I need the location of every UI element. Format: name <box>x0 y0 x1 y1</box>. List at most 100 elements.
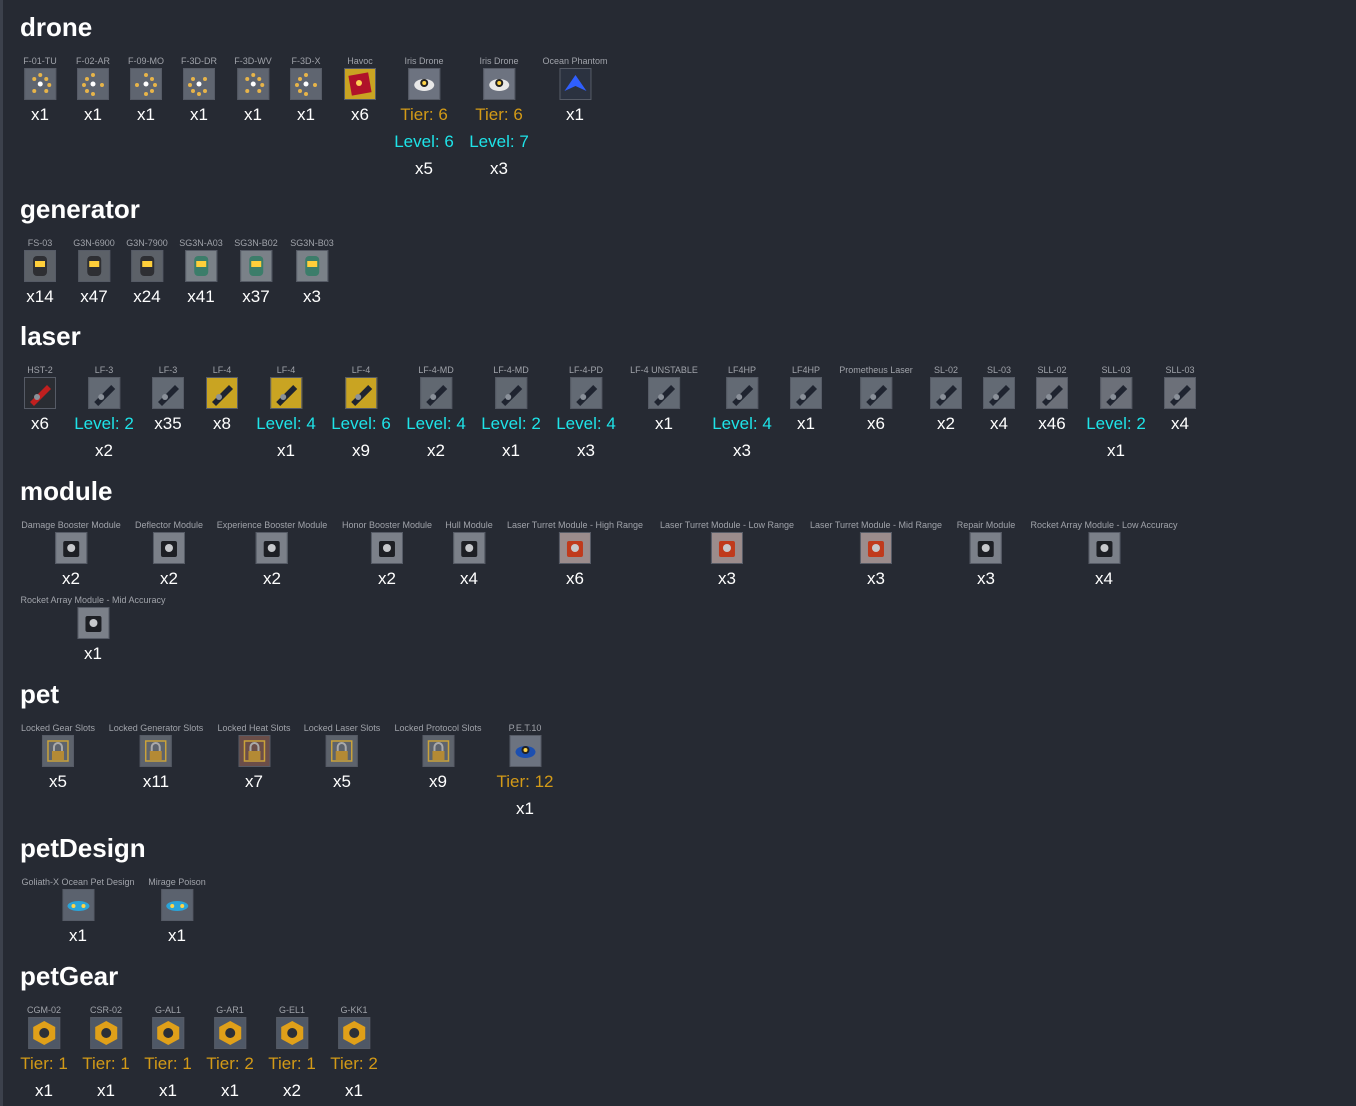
inventory-item-locked-gear-slots[interactable]: Locked Gear Slots x5 <box>21 722 95 793</box>
inventory-item-mirage-poison[interactable]: Mirage Poison x1 <box>148 876 206 947</box>
drone-formation-icon <box>24 68 56 100</box>
inventory-item-iris-drone[interactable]: Iris Drone Tier: 6 Level: 7 x3 <box>469 55 529 180</box>
item-name: G3N-6900 <box>73 238 115 248</box>
inventory-item-g-el1[interactable]: G-EL1 Tier: 1 x2 <box>268 1004 316 1102</box>
inventory-item-lf-4-pd[interactable]: LF-4-PD Level: 4 x3 <box>556 364 616 462</box>
inventory-item-laser-turret-module-high-range[interactable]: Laser Turret Module - High Range x6 <box>507 519 643 590</box>
pet-gear-icon <box>275 1017 308 1049</box>
inventory-item-lf4hp[interactable]: LF4HP Level: 4 x3 <box>712 364 772 462</box>
inventory-item-g-al1[interactable]: G-AL1 Tier: 1 x1 <box>144 1004 192 1102</box>
inventory-item-csr-02[interactable]: CSR-02 Tier: 1 x1 <box>82 1004 130 1102</box>
inventory-item-lf-4-md[interactable]: LF-4-MD Level: 4 x2 <box>406 364 466 462</box>
inventory-item-sg3n-a03[interactable]: SG3N-A03 x41 <box>179 237 223 308</box>
inventory-item-lf-3[interactable]: LF-3 x35 <box>152 364 184 435</box>
inventory-item-g-ar1[interactable]: G-AR1 Tier: 2 x1 <box>206 1004 254 1102</box>
module-icon <box>152 532 185 564</box>
item-count: x4 <box>1171 414 1189 433</box>
inventory-item-g3n-7900[interactable]: G3N-7900 x24 <box>126 237 168 308</box>
inventory-item-sg3n-b02[interactable]: SG3N-B02 x37 <box>234 237 278 308</box>
section-title: pet <box>20 679 59 709</box>
laser-icon <box>930 377 962 409</box>
inventory-item-g3n-6900[interactable]: G3N-6900 x47 <box>73 237 115 308</box>
item-count: x1 <box>69 926 87 945</box>
inventory-item-laser-turret-module-low-range[interactable]: Laser Turret Module - Low Range x3 <box>660 519 794 590</box>
inventory-item-lf-4-unstable[interactable]: LF-4 UNSTABLE x1 <box>630 364 698 435</box>
item-count: x4 <box>990 414 1008 433</box>
inventory-item-repair-module[interactable]: Repair Module x3 <box>957 519 1016 590</box>
inventory-item-f-01-tu[interactable]: F-01-TU x1 <box>23 55 57 126</box>
pet-gear-icon <box>27 1017 60 1049</box>
module-icon <box>453 532 485 564</box>
inventory-item-locked-generator-slots[interactable]: Locked Generator Slots x11 <box>109 722 204 793</box>
item-count: x1 <box>84 105 102 124</box>
inventory-item-sl-03[interactable]: SL-03 x4 <box>983 364 1015 435</box>
inventory-item-goliath-x-ocean-pet-design[interactable]: Goliath-X Ocean Pet Design x1 <box>21 876 134 947</box>
inventory-item-f-3d-dr[interactable]: F-3D-DR x1 <box>181 55 217 126</box>
item-count: x6 <box>31 414 49 433</box>
item-level: Level: 2 <box>1086 414 1146 433</box>
inventory-item-hull-module[interactable]: Hull Module x4 <box>445 519 493 590</box>
inventory-item-cgm-02[interactable]: CGM-02 Tier: 1 x1 <box>20 1004 68 1102</box>
inventory-item-locked-heat-slots[interactable]: Locked Heat Slots x7 <box>217 722 290 793</box>
inventory-item-lf-4-md[interactable]: LF-4-MD Level: 2 x1 <box>481 364 541 462</box>
iris-drone-icon <box>482 68 515 100</box>
inventory-item-rocket-array-module-mid-accuracy[interactable]: Rocket Array Module - Mid Accuracy x1 <box>20 594 165 665</box>
inventory-item-rocket-array-module-low-accuracy[interactable]: Rocket Array Module - Low Accuracy x4 <box>1030 519 1177 590</box>
inventory-item-hst-2[interactable]: HST-2 x6 <box>24 364 56 435</box>
inventory-item-fs-03[interactable]: FS-03 x14 <box>24 237 56 308</box>
inventory-item-lf-3[interactable]: LF-3 Level: 2 x2 <box>74 364 134 462</box>
item-count: x1 <box>502 441 520 460</box>
item-count: x2 <box>62 569 80 588</box>
inventory-item-deflector-module[interactable]: Deflector Module x2 <box>135 519 203 590</box>
item-name: P.E.T.10 <box>508 723 542 733</box>
inventory-item-p-e-t-10[interactable]: P.E.T.10 Tier: 12 x1 <box>496 722 553 820</box>
inventory-item-lf-4[interactable]: LF-4 x8 <box>206 364 238 435</box>
lock-icon <box>421 735 454 767</box>
inventory-item-honor-booster-module[interactable]: Honor Booster Module x2 <box>342 519 432 590</box>
item-count: x47 <box>80 287 108 306</box>
item-name: CSR-02 <box>89 1005 123 1015</box>
inventory-item-havoc[interactable]: Havoc x6 <box>344 55 376 126</box>
inventory-item-locked-laser-slots[interactable]: Locked Laser Slots x5 <box>304 722 381 793</box>
inventory-item-sg3n-b03[interactable]: SG3N-B03 x3 <box>290 237 334 308</box>
inventory-item-lf-4[interactable]: LF-4 Level: 4 x1 <box>256 364 316 462</box>
item-name: Goliath-X Ocean Pet Design <box>21 877 135 887</box>
item-tier: Tier: 2 <box>330 1054 378 1073</box>
laser-icon <box>206 377 238 409</box>
inventory-item-sll-02[interactable]: SLL-02 x46 <box>1036 364 1068 435</box>
pet-design-icon <box>161 889 193 921</box>
item-count: x2 <box>378 569 396 588</box>
inventory-item-f-09-mo[interactable]: F-09-MO x1 <box>128 55 164 126</box>
item-name: Locked Gear Slots <box>20 723 96 733</box>
item-name: Laser Turret Module - High Range <box>506 520 644 530</box>
item-count: x9 <box>429 772 447 791</box>
inventory-item-prometheus-laser[interactable]: Prometheus Laser x6 <box>839 364 913 435</box>
item-count: x2 <box>427 441 445 460</box>
item-count: x1 <box>797 414 815 433</box>
inventory-item-iris-drone[interactable]: Iris Drone Tier: 6 Level: 6 x5 <box>394 55 454 180</box>
section-title: petGear <box>20 961 119 991</box>
item-name: LF-4-PD <box>568 365 604 375</box>
item-count: x1 <box>345 1081 363 1100</box>
inventory-item-sl-02[interactable]: SL-02 x2 <box>930 364 962 435</box>
inventory-item-laser-turret-module-mid-range[interactable]: Laser Turret Module - Mid Range x3 <box>810 519 942 590</box>
inventory-item-damage-booster-module[interactable]: Damage Booster Module x2 <box>21 519 121 590</box>
inventory-item-sll-03[interactable]: SLL-03 x4 <box>1164 364 1196 435</box>
inventory-item-locked-protocol-slots[interactable]: Locked Protocol Slots x9 <box>394 722 481 793</box>
section-generator: generator FS-03 x14 G3N-6900 x47 G3N-7900 x24 S… <box>20 194 334 306</box>
inventory-item-experience-booster-module[interactable]: Experience Booster Module x2 <box>217 519 328 590</box>
inventory-item-f-02-ar[interactable]: F-02-AR x1 <box>76 55 110 126</box>
inventory-item-lf-4[interactable]: LF-4 Level: 6 x9 <box>331 364 391 462</box>
inventory-item-sll-03[interactable]: SLL-03 Level: 2 x1 <box>1086 364 1146 462</box>
item-name: LF-4 UNSTABLE <box>630 365 698 375</box>
inventory-item-g-kk1[interactable]: G-KK1 Tier: 2 x1 <box>330 1004 378 1102</box>
item-name: SG3N-B02 <box>234 238 278 248</box>
pet-design-icon <box>62 889 94 921</box>
section-title: generator <box>20 194 140 224</box>
inventory-item-ocean-phantom[interactable]: Ocean Phantom x1 <box>542 55 607 126</box>
section-drone: drone F-01-TU x1 F-02-AR x1 F-09-MO x1 F-3D-DR x… <box>20 12 608 178</box>
inventory-item-lf4hp[interactable]: LF4HP x1 <box>790 364 822 435</box>
inventory-item-f-3d-x[interactable]: F-3D-X x1 <box>290 55 322 126</box>
drone-formation-icon <box>76 68 109 100</box>
inventory-item-f-3d-wv[interactable]: F-3D-WV x1 <box>234 55 272 126</box>
